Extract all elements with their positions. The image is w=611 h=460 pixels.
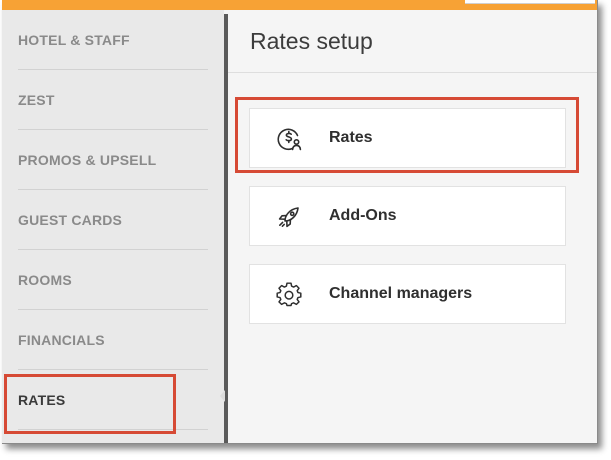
sidebar-item-label: GUEST CARDS xyxy=(18,211,123,228)
title-divider xyxy=(228,72,597,73)
sidebar-item-financials[interactable]: FINANCIALS xyxy=(18,310,208,370)
channel-managers-card-label: Channel managers xyxy=(329,285,473,302)
rates-card[interactable]: Rates xyxy=(249,108,566,168)
sidebar-item-zest[interactable]: ZEST xyxy=(18,70,208,130)
add-ons-card[interactable]: Add-Ons xyxy=(249,186,566,246)
collapse-handle[interactable] xyxy=(220,390,225,402)
sidebar-item-rooms[interactable]: ROOMS xyxy=(18,250,208,310)
sidebar-item-guest-cards[interactable]: GUEST CARDS xyxy=(18,190,208,250)
top-tab-edge xyxy=(465,0,595,4)
top-accent-bar xyxy=(2,0,597,10)
channel-managers-card[interactable]: Channel managers xyxy=(249,264,566,324)
sidebar-item-label: ROOMS xyxy=(18,271,72,288)
main-panel: Rates setup Rates Add-Ons Channel manage… xyxy=(228,10,597,443)
sidebar-item-label: PROMOS & UPSELL xyxy=(18,151,157,168)
add-ons-card-label: Add-Ons xyxy=(329,207,397,224)
rates-card-label: Rates xyxy=(329,129,373,146)
sidebar-item-label: HOTEL & STAFF xyxy=(18,31,130,48)
page-title: Rates setup xyxy=(250,27,373,54)
app-window: HOTEL & STAFF ZEST PROMOS & UPSELL GUEST… xyxy=(2,0,598,444)
sidebar-item-promos-upsell[interactable]: PROMOS & UPSELL xyxy=(18,130,208,190)
sidebar: HOTEL & STAFF ZEST PROMOS & UPSELL GUEST… xyxy=(2,10,224,443)
sidebar-item-label: FINANCIALS xyxy=(18,331,105,348)
sidebar-item-hotel-staff[interactable]: HOTEL & STAFF xyxy=(18,10,208,70)
rate-dollar-person-icon xyxy=(276,126,302,152)
sidebar-item-rates[interactable]: RATES xyxy=(18,370,208,430)
sidebar-item-label: ZEST xyxy=(18,91,55,108)
sidebar-item-label: RATES xyxy=(18,391,66,408)
rocket-icon xyxy=(276,204,302,230)
gear-icon xyxy=(276,282,302,308)
